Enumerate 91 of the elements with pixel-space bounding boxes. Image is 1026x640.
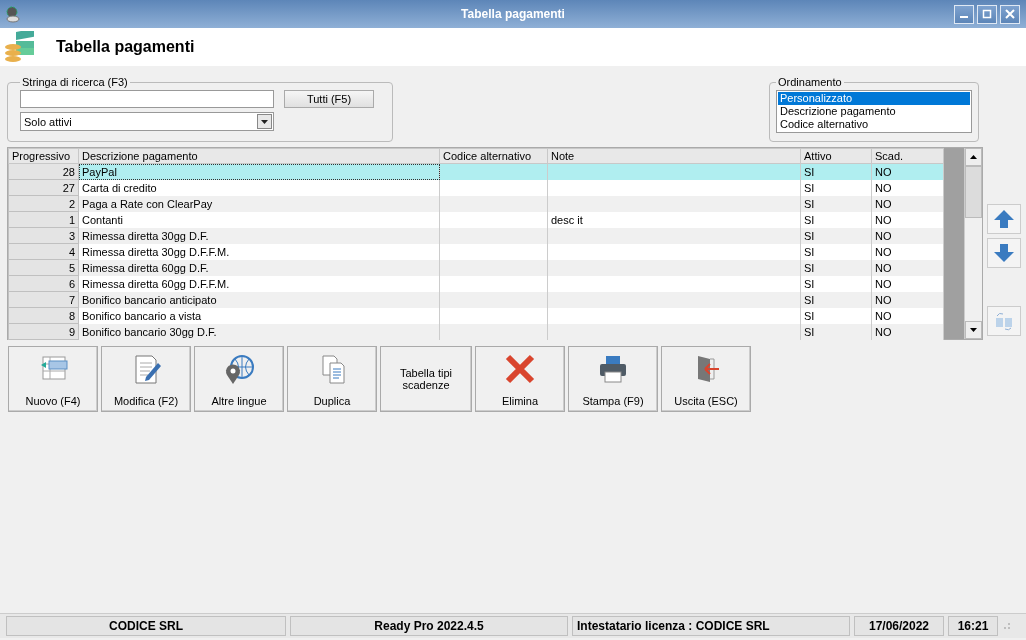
table-cell: SI bbox=[800, 291, 872, 308]
close-icon bbox=[1005, 9, 1015, 19]
table-cell: Contanti bbox=[78, 211, 440, 228]
table-row[interactable]: 9 Bonifico bancario 30gg D.F. SI NO bbox=[8, 323, 944, 340]
table-cell: Bonifico bancario a vista bbox=[78, 307, 440, 324]
column-header[interactable]: Progressivo bbox=[8, 148, 79, 164]
status-field: CODICE SRL bbox=[6, 616, 286, 636]
table-cell: NO bbox=[871, 227, 944, 244]
maximize-icon bbox=[982, 9, 992, 19]
table-cell: NO bbox=[871, 243, 944, 260]
table-cell: Rimessa diretta 60gg D.F. bbox=[78, 259, 440, 276]
ordering-option[interactable]: Personalizzato bbox=[778, 92, 970, 105]
filter-dropdown[interactable]: Solo attivi bbox=[20, 112, 274, 131]
toolbar-button[interactable]: Altre lingue bbox=[194, 346, 284, 412]
minimize-button[interactable] bbox=[954, 4, 974, 24]
ordering-label: Ordinamento bbox=[777, 76, 843, 88]
toolbar-button[interactable]: Modifica (F2) bbox=[101, 346, 191, 412]
scrollbar[interactable] bbox=[964, 148, 982, 339]
toolbar-button[interactable]: Nuovo (F4) bbox=[8, 346, 98, 412]
table-cell: NO bbox=[871, 179, 944, 196]
toolbar-button[interactable]: Elimina bbox=[475, 346, 565, 412]
table-row[interactable]: 1 Contanti desc it SI NO bbox=[8, 211, 944, 228]
scroll-up-icon[interactable] bbox=[965, 148, 982, 166]
table-cell: NO bbox=[871, 195, 944, 212]
status-field: Intestatario licenza : CODICE SRL bbox=[572, 616, 850, 636]
table-row[interactable]: 8 Bonifico bancario a vista SI NO bbox=[8, 307, 944, 324]
table-cell: SI bbox=[800, 195, 872, 212]
table-cell: Bonifico bancario anticipato bbox=[78, 291, 440, 308]
table-cell: SI bbox=[800, 227, 872, 244]
search-field[interactable] bbox=[20, 90, 274, 108]
status-field: 16:21 bbox=[948, 616, 998, 636]
table-cell: Rimessa diretta 60gg D.F.F.M. bbox=[78, 275, 440, 292]
swap-icon bbox=[993, 311, 1015, 331]
status-field: Ready Pro 2022.4.5 bbox=[290, 616, 568, 636]
move-up-button[interactable] bbox=[987, 204, 1021, 234]
table-row[interactable]: 27 Carta di credito SI NO bbox=[8, 179, 944, 196]
table-cell: SI bbox=[800, 259, 872, 276]
column-header[interactable]: Descrizione pagamento bbox=[78, 148, 440, 164]
toolbar-button[interactable]: Tabella tipi scadenze bbox=[380, 346, 472, 412]
table-cell: NO bbox=[871, 291, 944, 308]
maximize-button[interactable] bbox=[977, 4, 997, 24]
table-cell: Paga a Rate con ClearPay bbox=[78, 195, 440, 212]
search-label: Stringa di ricerca (F3) bbox=[21, 76, 129, 88]
table-cell: NO bbox=[871, 307, 944, 324]
table-row[interactable]: 7 Bonifico bancario anticipato SI NO bbox=[8, 291, 944, 308]
column-header[interactable]: Scad. bbox=[871, 148, 944, 164]
page-title: Tabella pagamenti bbox=[56, 38, 195, 56]
table-cell: SI bbox=[800, 179, 872, 196]
table-cell: NO bbox=[871, 323, 944, 340]
window-title: Tabella pagamenti bbox=[461, 7, 565, 21]
table-cell: SI bbox=[800, 275, 872, 292]
scroll-down-icon[interactable] bbox=[965, 321, 982, 339]
minimize-icon bbox=[960, 16, 968, 18]
table-cell: SI bbox=[800, 307, 872, 324]
toolbar-button[interactable]: Uscita (ESC) bbox=[661, 346, 751, 412]
table-row[interactable]: 28 PayPal SI NO bbox=[8, 163, 944, 180]
show-all-button[interactable]: Tutti (F5) bbox=[284, 90, 374, 108]
arrow-up-icon bbox=[993, 209, 1015, 229]
table-cell: desc it bbox=[547, 211, 801, 228]
toolbar-button[interactable]: Stampa (F9) bbox=[568, 346, 658, 412]
table-row[interactable]: 4 Rimessa diretta 30gg D.F.F.M. SI NO bbox=[8, 243, 944, 260]
column-header[interactable]: Codice alternativo bbox=[439, 148, 548, 164]
table-cell: Bonifico bancario 30gg D.F. bbox=[78, 323, 440, 340]
globe-pin-icon bbox=[223, 353, 255, 385]
table-cell: Rimessa diretta 30gg D.F.F.M. bbox=[78, 243, 440, 260]
table-cell: SI bbox=[800, 211, 872, 228]
table-cell: Carta di credito bbox=[78, 179, 440, 196]
table-cell: NO bbox=[871, 259, 944, 276]
table-cell: Rimessa diretta 30gg D.F. bbox=[78, 227, 440, 244]
column-header[interactable]: Attivo bbox=[800, 148, 872, 164]
toolbar-button[interactable]: Duplica bbox=[287, 346, 377, 412]
table-row[interactable]: 3 Rimessa diretta 30gg D.F. SI NO bbox=[8, 227, 944, 244]
table-cell: SI bbox=[800, 323, 872, 340]
move-down-button[interactable] bbox=[987, 238, 1021, 268]
scroll-thumb[interactable] bbox=[965, 166, 982, 218]
close-button[interactable] bbox=[1000, 4, 1020, 24]
column-header[interactable]: Note bbox=[547, 148, 801, 164]
ordering-option[interactable]: Descrizione pagamento bbox=[778, 105, 970, 118]
table-cell: SI bbox=[800, 243, 872, 260]
money-icon bbox=[4, 31, 36, 63]
table-cell: NO bbox=[871, 211, 944, 228]
table-cell: NO bbox=[871, 275, 944, 292]
printer-icon bbox=[597, 353, 629, 385]
table-row[interactable]: 6 Rimessa diretta 60gg D.F.F.M. SI NO bbox=[8, 275, 944, 292]
status-field: 17/06/2022 bbox=[854, 616, 944, 636]
app-icon bbox=[4, 5, 22, 23]
ordering-option[interactable]: Codice alternativo bbox=[778, 118, 970, 131]
close-icon bbox=[504, 353, 536, 385]
table-row[interactable]: 5 Rimessa diretta 60gg D.F. SI NO bbox=[8, 259, 944, 276]
table-row[interactable]: 2 Paga a Rate con ClearPay SI NO bbox=[8, 195, 944, 212]
arrow-down-icon bbox=[993, 243, 1015, 263]
